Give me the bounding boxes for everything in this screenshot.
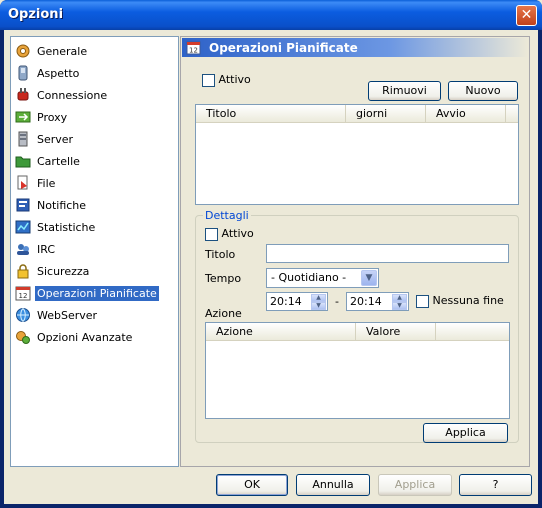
window-title: Opzioni [8, 7, 64, 22]
dialog-body: Generale Aspetto Connessione Proxy Server Car… [4, 30, 538, 504]
no-end-checkbox[interactable]: Nessuna fine [416, 294, 504, 308]
title-bar[interactable]: Opzioni ✕ [0, 0, 542, 30]
active-checkbox[interactable]: Attivo [202, 73, 251, 87]
panel-title: Operazioni Pianificate [209, 40, 358, 55]
start-time-spinner[interactable]: 20:14 ▲ ▼ [266, 292, 328, 311]
sidebar-item-label: Server [37, 132, 74, 146]
apply-button[interactable]: Applica [378, 474, 452, 496]
sidebar-item-opzioni-avanzate[interactable]: Opzioni Avanzate [15, 327, 175, 347]
scheduled-tasks-panel: 12 Operazioni Pianificate Attivo Rimuovi… [180, 36, 530, 467]
sidebar-item-proxy[interactable]: Proxy [15, 107, 175, 127]
no-end-label: Nessuna fine [432, 294, 504, 307]
spin-down-icon[interactable]: ▼ [392, 302, 407, 310]
details-apply-button[interactable]: Applica [423, 423, 508, 443]
details-legend: Dettagli [203, 209, 251, 222]
time-range-separator: - [335, 295, 339, 308]
svg-text:12: 12 [19, 292, 28, 300]
sidebar-item-irc[interactable]: IRC [15, 239, 175, 259]
proxy-icon [15, 109, 31, 125]
sidebar-item-sicurezza[interactable]: Sicurezza [15, 261, 175, 281]
svg-text:12: 12 [189, 47, 198, 55]
sidebar-item-label: Opzioni Avanzate [37, 330, 133, 344]
spin-up-icon[interactable]: ▲ [311, 294, 326, 302]
actions-list-header: Azione Valore [206, 323, 509, 341]
category-list: Generale Aspetto Connessione Proxy Server Car… [10, 36, 179, 467]
spin-up-icon[interactable]: ▲ [392, 294, 407, 302]
panel-header: 12 Operazioni Pianificate [182, 38, 528, 57]
details-active-checkbox-box[interactable] [205, 227, 218, 241]
gear-icon [15, 43, 31, 59]
end-time-spin-buttons[interactable]: ▲ ▼ [392, 294, 407, 310]
time-select-value: - Quotidiano - [271, 271, 347, 284]
details-group: Dettagli Attivo Titolo Tempo - Quotidian… [195, 209, 519, 443]
sidebar-item-label: Aspetto [37, 66, 80, 80]
start-time-spin-buttons[interactable]: ▲ ▼ [311, 294, 326, 310]
sidebar-item-cartelle[interactable]: Cartelle [15, 151, 175, 171]
title-input[interactable] [266, 244, 509, 263]
sidebar-item-label: Operazioni Pianificate [35, 285, 159, 301]
sidebar-item-label: Notifiche [37, 198, 87, 212]
sidebar-item-server[interactable]: Server [15, 129, 175, 149]
close-button[interactable]: ✕ [516, 5, 537, 26]
time-select[interactable]: - Quotidiano - ▼ [266, 268, 379, 288]
lock-icon [15, 263, 31, 279]
actions-list[interactable]: Azione Valore [205, 322, 510, 419]
sidebar-item-generale[interactable]: Generale [15, 41, 175, 61]
active-checkbox-label: Attivo [218, 73, 251, 86]
remove-button[interactable]: Rimuovi [368, 81, 441, 101]
sidebar-item-statistiche[interactable]: Statistiche [15, 217, 175, 237]
sidebar-item-operazioni-pianificate[interactable]: 12 Operazioni Pianificate [15, 283, 175, 303]
sidebar-item-label: Connessione [37, 88, 108, 102]
column-value[interactable]: Valore [356, 323, 436, 341]
spin-down-icon[interactable]: ▼ [311, 302, 326, 310]
sidebar-item-label: File [37, 176, 56, 190]
tasks-list[interactable]: Titolo giorni Avvio [195, 104, 519, 205]
sidebar-item-file[interactable]: File [15, 173, 175, 193]
file-icon [15, 175, 31, 191]
sidebar-item-label: IRC [37, 242, 56, 256]
column-action[interactable]: Azione [206, 323, 356, 341]
calendar-icon: 12 [15, 285, 31, 301]
end-time-value: 20:14 [350, 295, 382, 308]
sidebar-item-label: Cartelle [37, 154, 80, 168]
time-label: Tempo [205, 272, 242, 285]
column-days[interactable]: giorni [346, 105, 426, 123]
title-label: Titolo [205, 248, 236, 261]
ok-button[interactable]: OK [216, 474, 288, 496]
sidebar-item-label: Proxy [37, 110, 68, 124]
options-window: Opzioni ✕ Generale Aspetto Connessione Prox… [0, 0, 542, 508]
notification-icon [15, 197, 31, 213]
sidebar-item-webserver[interactable]: WebServer [15, 305, 175, 325]
details-active-label: Attivo [221, 227, 254, 240]
chevron-down-icon[interactable]: ▼ [361, 270, 377, 286]
end-time-spinner[interactable]: 20:14 ▲ ▼ [346, 292, 409, 311]
details-active-checkbox[interactable]: Attivo [205, 227, 254, 241]
cancel-button[interactable]: Annulla [296, 474, 370, 496]
server-icon [15, 131, 31, 147]
advanced-icon [15, 329, 31, 345]
new-button[interactable]: Nuovo [448, 81, 518, 101]
irc-icon [15, 241, 31, 257]
help-button[interactable]: ? [459, 474, 532, 496]
sidebar-item-label: WebServer [37, 308, 98, 322]
column-title[interactable]: Titolo [196, 105, 346, 123]
sidebar-item-notifiche[interactable]: Notifiche [15, 195, 175, 215]
plug-icon [15, 87, 31, 103]
sidebar-item-aspetto[interactable]: Aspetto [15, 63, 175, 83]
sidebar-item-label: Statistiche [37, 220, 96, 234]
sidebar-item-label: Sicurezza [37, 264, 90, 278]
sidebar-item-label: Generale [37, 44, 88, 58]
folder-icon [15, 153, 31, 169]
sidebar-item-connessione[interactable]: Connessione [15, 85, 175, 105]
action-label: Azione [205, 307, 242, 320]
start-time-value: 20:14 [270, 295, 302, 308]
statistics-icon [15, 219, 31, 235]
tasks-list-header: Titolo giorni Avvio [196, 105, 518, 123]
column-start[interactable]: Avvio [426, 105, 506, 123]
calendar-icon: 12 [185, 40, 201, 56]
active-checkbox-box[interactable] [202, 73, 215, 87]
globe-icon [15, 307, 31, 323]
no-end-checkbox-box[interactable] [416, 294, 429, 308]
appearance-icon [15, 65, 31, 81]
